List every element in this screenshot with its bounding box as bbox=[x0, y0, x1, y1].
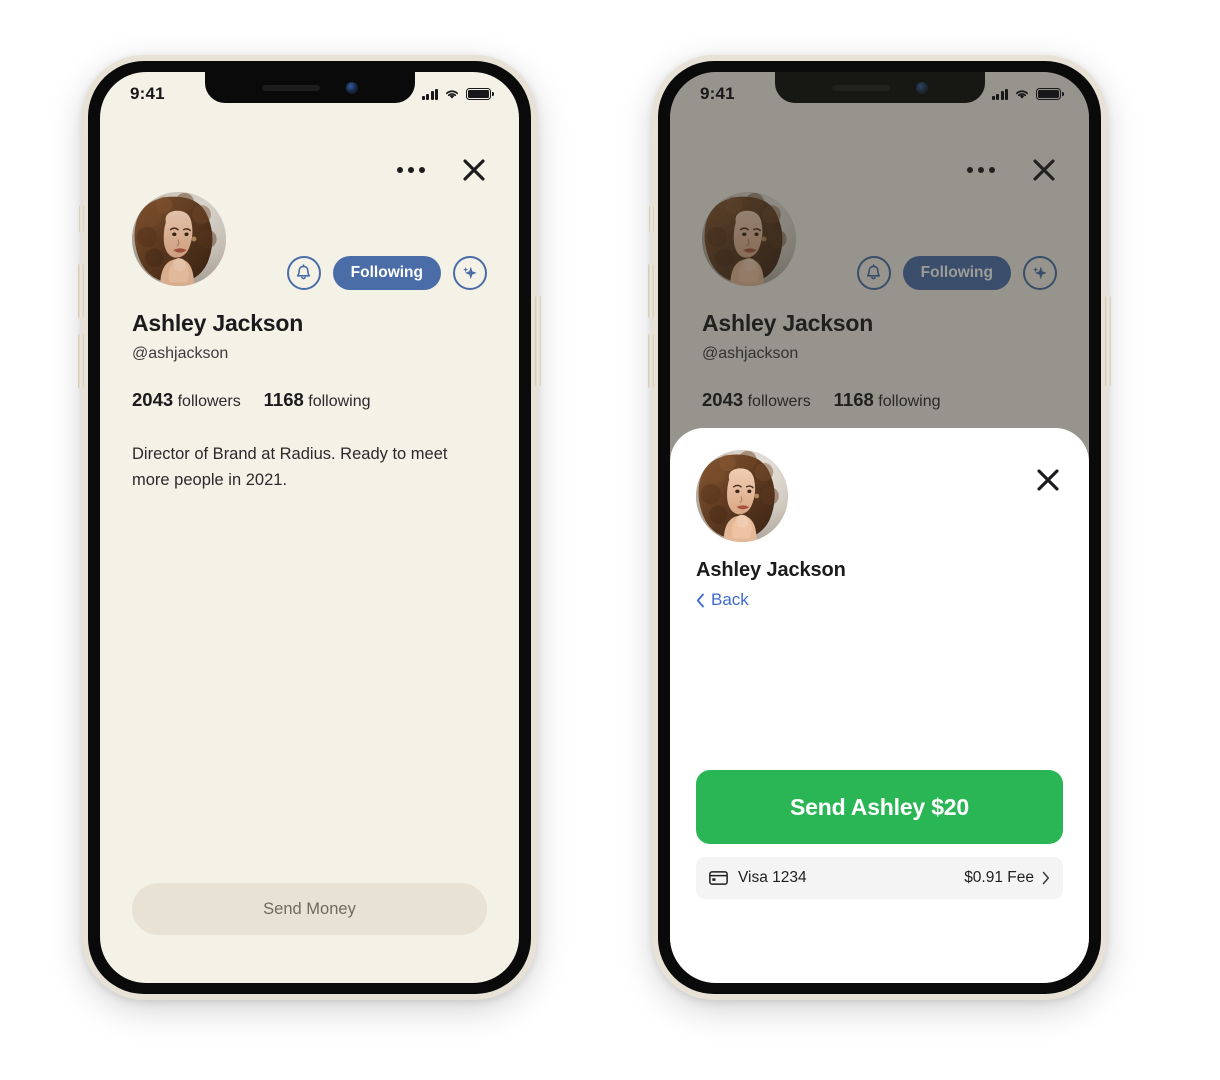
followers-count: 2043 bbox=[132, 389, 174, 410]
profile-stats: 2043 followers 1168 following bbox=[132, 389, 487, 411]
cellular-signal-icon bbox=[421, 88, 438, 100]
following-button[interactable]: Following bbox=[332, 255, 441, 290]
profile-avatar-image[interactable] bbox=[132, 192, 226, 286]
profile-bio: Director of Brand at Radius. Ready to me… bbox=[132, 445, 448, 490]
volume-down-button[interactable] bbox=[648, 333, 654, 389]
volume-up-button[interactable] bbox=[78, 263, 84, 319]
payment-bottom-sheet: Ashley Jackson Back Send Ashley $20 Visa… bbox=[670, 428, 1089, 983]
sparkle-icon[interactable] bbox=[453, 255, 487, 290]
battery-full-icon bbox=[466, 88, 494, 100]
payment-method-group: Visa 1234 bbox=[709, 869, 807, 887]
fee-label: $0.91 Fee bbox=[964, 869, 1034, 886]
payment-sheet-header bbox=[696, 450, 1063, 542]
screen-payment: Following Ashley Jackson @ashjackson 204… bbox=[670, 72, 1089, 983]
back-link[interactable]: Back bbox=[696, 590, 749, 610]
recipient-name: Ashley Jackson bbox=[696, 559, 846, 581]
back-label: Back bbox=[711, 590, 749, 609]
send-payment-button[interactable]: Send Ashley $20 bbox=[696, 770, 1063, 844]
device-notch bbox=[204, 72, 415, 103]
payment-method-label: Visa 1234 bbox=[738, 869, 807, 886]
phone-bezel: Following Ashley Jackson @ashjackson 204… bbox=[658, 61, 1101, 994]
chevron-right-icon bbox=[1042, 871, 1050, 885]
profile-action-buttons: Following bbox=[286, 255, 487, 290]
more-options-icon[interactable] bbox=[395, 161, 427, 179]
status-bar: 9:41 bbox=[670, 72, 1089, 116]
credit-card-icon bbox=[709, 871, 728, 885]
recipient-avatar-image[interactable] bbox=[696, 450, 788, 542]
volume-down-button[interactable] bbox=[78, 333, 84, 389]
silence-switch[interactable] bbox=[649, 205, 654, 233]
profile-display-name: Ashley Jackson bbox=[132, 310, 304, 336]
payment-method-row[interactable]: Visa 1234 $0.91 Fee bbox=[696, 857, 1063, 899]
power-button[interactable] bbox=[1105, 295, 1111, 387]
close-icon[interactable] bbox=[461, 157, 487, 183]
cellular-signal-icon bbox=[991, 88, 1008, 100]
close-icon[interactable] bbox=[1035, 467, 1061, 493]
chevron-left-icon bbox=[696, 593, 705, 608]
status-bar-indicators bbox=[421, 88, 494, 100]
power-button[interactable] bbox=[535, 295, 541, 387]
phone-device-payment: Following Ashley Jackson @ashjackson 204… bbox=[648, 55, 1111, 1000]
status-bar-time: 9:41 bbox=[700, 84, 735, 103]
screenshot-canvas: 9:41 Following Ashley Jackson @ashjackso… bbox=[0, 0, 1220, 1080]
bell-icon[interactable] bbox=[286, 255, 321, 290]
profile-handle: @ashjackson bbox=[132, 345, 229, 362]
volume-up-button[interactable] bbox=[648, 263, 654, 319]
send-money-button[interactable]: Send Money bbox=[132, 883, 487, 935]
avatar-and-actions-row: Following bbox=[132, 192, 487, 296]
fee-group: $0.91 Fee bbox=[964, 869, 1050, 887]
phone-bezel: 9:41 Following Ashley Jackson @ashjackso… bbox=[88, 61, 531, 994]
following-label: following bbox=[308, 393, 371, 410]
screen-profile: 9:41 Following Ashley Jackson @ashjackso… bbox=[100, 72, 519, 983]
followers-label: followers bbox=[177, 393, 241, 410]
profile-screen-content: Following Ashley Jackson @ashjackson 204… bbox=[100, 72, 519, 983]
front-camera-icon bbox=[345, 81, 358, 94]
status-bar-time: 9:41 bbox=[130, 84, 165, 103]
phone-device-profile: 9:41 Following Ashley Jackson @ashjackso… bbox=[78, 55, 541, 1000]
wifi-icon bbox=[446, 90, 458, 99]
wifi-icon bbox=[1016, 90, 1028, 99]
status-bar-indicators bbox=[991, 88, 1064, 100]
earpiece-speaker-icon bbox=[261, 84, 320, 91]
following-count: 1168 bbox=[263, 389, 304, 410]
silence-switch[interactable] bbox=[79, 205, 84, 233]
battery-full-icon bbox=[1036, 88, 1064, 100]
